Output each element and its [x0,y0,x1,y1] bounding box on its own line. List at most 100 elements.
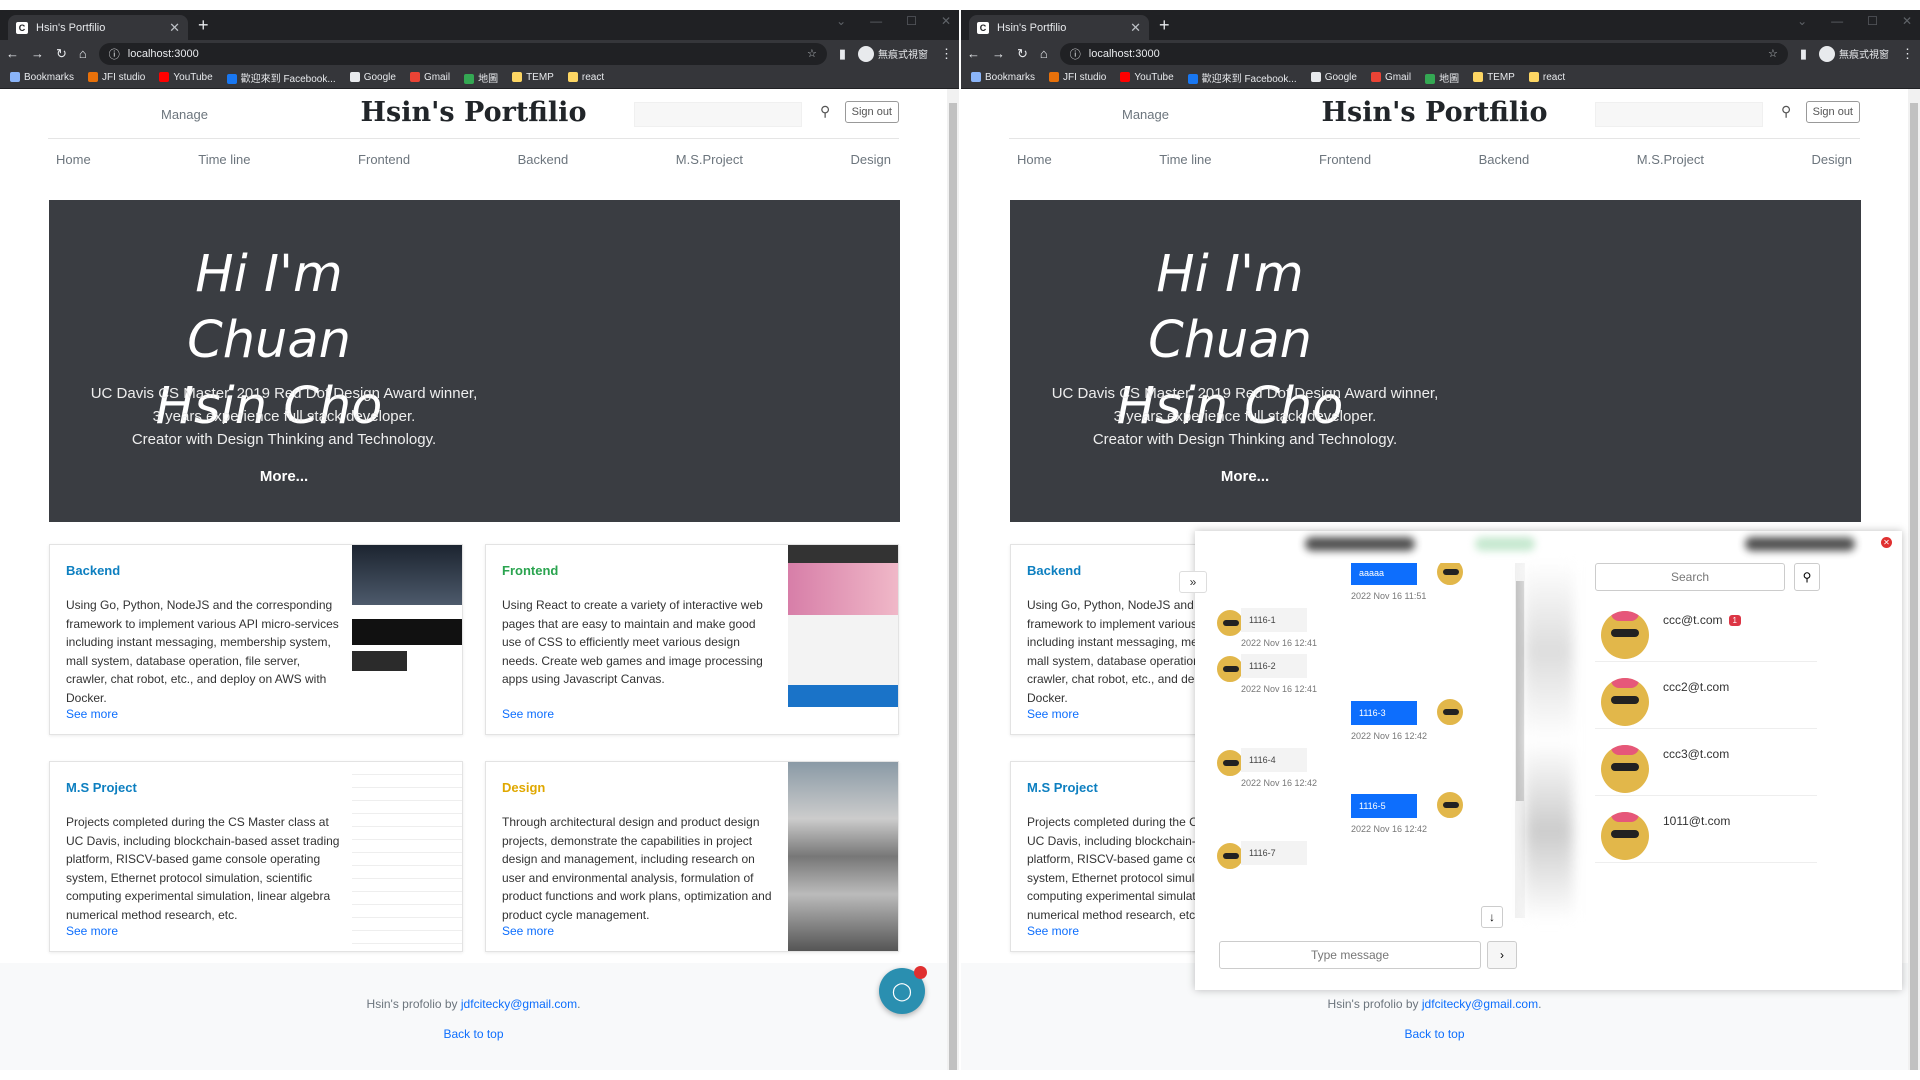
bookmark-item[interactable]: 歡迎來到 Facebook... [226,70,336,85]
site-header: Manage Hsin's Portfilio ⚲ Sign out [48,89,899,139]
nav-item[interactable]: Frontend [358,152,410,167]
bookmark-item[interactable]: YouTube [159,72,213,83]
bookmark-item[interactable]: 地圖 [464,70,498,85]
bookmark-icon [409,72,420,83]
bookmark-item[interactable]: Google [349,72,396,83]
maximize-icon[interactable]: ☐ [906,14,917,28]
nav-item[interactable]: Backend [518,152,569,167]
sign-out-button[interactable]: Sign out [1805,101,1860,123]
bookmark-item[interactable]: Bookmarks [10,72,74,83]
menu-icon[interactable]: ⋮ [940,46,953,62]
card-title[interactable]: Backend [1027,563,1081,578]
tab-search-icon[interactable]: ⌄ [836,14,846,28]
close-window-icon[interactable]: ✕ [941,14,951,28]
page-scrollbar[interactable] [947,89,959,1070]
reload-icon[interactable]: ↻ [56,46,67,62]
site-search-input[interactable] [634,102,802,127]
see-more-link[interactable]: See more [502,707,554,721]
see-more-link[interactable]: See more [1463,924,1515,938]
info-icon[interactable]: ⓘ [109,46,120,62]
close-tab-icon[interactable]: ✕ [169,20,180,36]
nav-item[interactable]: Time line [1159,152,1211,167]
search-icon[interactable]: ⚲ [1781,103,1791,120]
card-title[interactable]: Design [1463,780,1506,795]
hero-more-link[interactable]: More... [1030,468,1460,485]
bookmark-item[interactable]: YouTube [1120,72,1174,83]
bookmark-item[interactable]: 歡迎來到 Facebook... [1187,70,1297,85]
search-icon[interactable]: ⚲ [820,103,830,120]
bookmark-icon [1187,74,1198,85]
nav-item[interactable]: Home [1017,152,1052,167]
tab-search-icon[interactable]: ⌄ [1797,14,1807,28]
bookmark-item[interactable]: 地圖 [1425,70,1459,85]
see-more-link[interactable]: See more [66,707,118,721]
bookmark-item[interactable]: Bookmarks [971,72,1035,83]
bookmark-star-icon[interactable]: ☆ [1768,47,1778,60]
site-search-input[interactable] [1595,102,1763,127]
tab-title: Hsin's Portfilio [997,21,1067,34]
menu-icon[interactable]: ⋮ [1901,46,1914,62]
card-title[interactable]: Backend [66,563,120,578]
reload-icon[interactable]: ↻ [1017,46,1028,62]
bookmark-item[interactable]: TEMP [512,72,554,83]
home-icon[interactable]: ⌂ [1040,46,1048,61]
see-more-link[interactable]: See more [1027,924,1079,938]
nav-item[interactable]: M.S.Project [676,152,743,167]
see-more-link[interactable]: See more [502,924,554,938]
sign-out-button[interactable]: Sign out [844,101,899,123]
minimize-icon[interactable]: — [1831,14,1843,28]
bookmark-item[interactable]: react [1528,72,1565,83]
back-icon[interactable]: ← [967,46,980,61]
home-icon[interactable]: ⌂ [79,46,87,61]
bookmark-item[interactable]: JFI studio [88,72,145,83]
nav-item[interactable]: Time line [198,152,250,167]
card-title[interactable]: Frontend [502,563,558,578]
bookmark-star-icon[interactable]: ☆ [807,47,817,60]
profile-button[interactable]: 無痕式視窗 [1819,45,1889,62]
bookmark-item[interactable]: Google [1310,72,1357,83]
bookmark-item[interactable]: react [567,72,604,83]
new-tab-icon[interactable]: + [1159,15,1170,36]
maximize-icon[interactable]: ☐ [1867,14,1878,28]
browser-tab[interactable]: C Hsin's Portfilio ✕ [969,15,1149,40]
bookmark-icon [1120,72,1131,83]
profile-button[interactable]: 無痕式視窗 [858,45,928,62]
address-bar[interactable]: ⓘ localhost:3000 ☆ [1059,42,1788,65]
nav-item[interactable]: Backend [1479,152,1530,167]
hero-more-link[interactable]: More... [69,468,499,485]
back-to-top-link[interactable]: Back to top [961,1027,1908,1041]
card-title[interactable]: M.S Project [1027,780,1098,795]
side-panel-icon[interactable]: ▮ [1800,46,1807,62]
bookmark-item[interactable]: Gmail [1370,72,1411,83]
chat-fab-button[interactable]: ◯ [879,966,927,1014]
footer-email-link[interactable]: jdfcitecky@gmail.com [1422,997,1538,1011]
page-scrollbar[interactable] [1908,89,1920,1070]
bookmark-item[interactable]: TEMP [1473,72,1515,83]
back-to-top-link[interactable]: Back to top [0,1027,947,1041]
forward-icon[interactable]: → [992,46,1005,61]
footer-email-link[interactable]: jdfcitecky@gmail.com [461,997,577,1011]
close-tab-icon[interactable]: ✕ [1130,20,1141,36]
bookmark-item[interactable]: Gmail [409,72,450,83]
nav-item[interactable]: Design [851,152,891,167]
minimize-icon[interactable]: — [870,14,882,28]
back-icon[interactable]: ← [6,46,19,61]
card-title[interactable]: M.S Project [66,780,137,795]
close-window-icon[interactable]: ✕ [1902,14,1912,28]
nav-item[interactable]: M.S.Project [1637,152,1704,167]
info-icon[interactable]: ⓘ [1070,46,1081,62]
browser-tab[interactable]: C Hsin's Portfilio ✕ [8,15,188,40]
bookmark-item[interactable]: JFI studio [1049,72,1106,83]
see-more-link[interactable]: See more [66,924,118,938]
see-more-link[interactable]: See more [1027,707,1079,721]
nav-item[interactable]: Home [56,152,91,167]
card-title[interactable]: Design [502,780,545,795]
see-more-link[interactable]: See more [1463,707,1515,721]
new-tab-icon[interactable]: + [198,15,209,36]
address-bar[interactable]: ⓘ localhost:3000 ☆ [98,42,827,65]
card-title[interactable]: Frontend [1463,563,1519,578]
nav-item[interactable]: Design [1812,152,1852,167]
nav-item[interactable]: Frontend [1319,152,1371,167]
side-panel-icon[interactable]: ▮ [839,46,846,62]
forward-icon[interactable]: → [31,46,44,61]
